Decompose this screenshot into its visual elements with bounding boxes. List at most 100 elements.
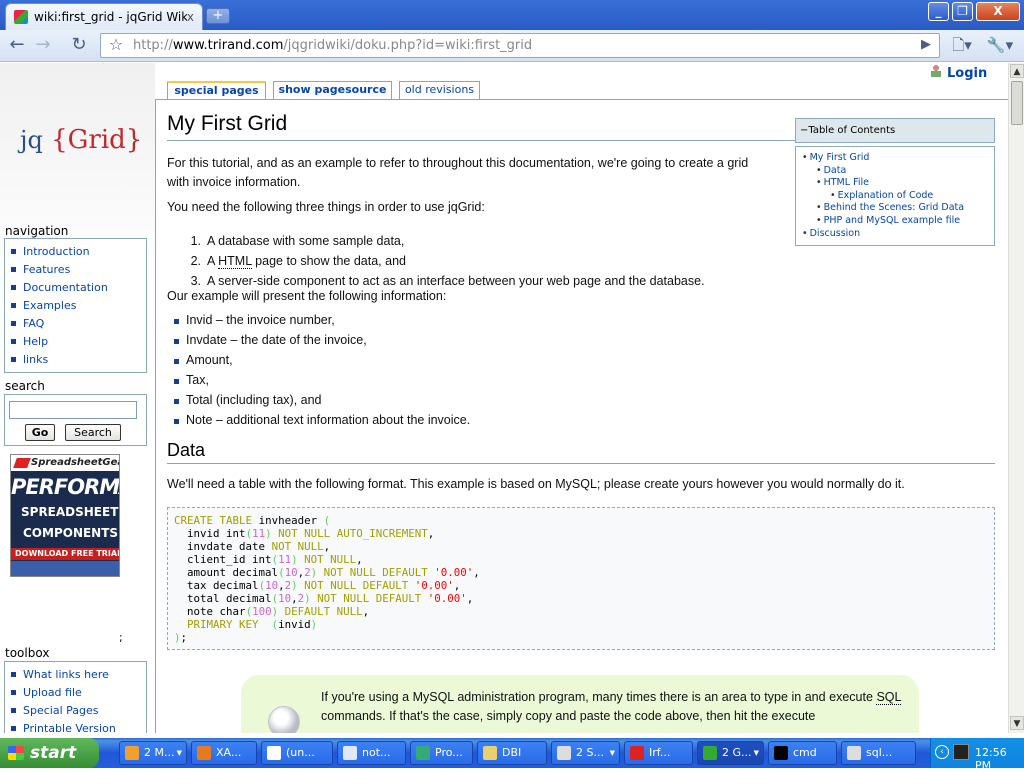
navigation-list: Introduction Features Documentation Example…	[5, 239, 146, 373]
toolbox-item-what-links-here[interactable]: What links here	[10, 666, 146, 684]
taskbar-item-label: cmd	[793, 746, 817, 759]
tab-title: wiki:first_grid - jqGrid Wiki	[34, 10, 187, 24]
toc-header[interactable]: −Table of Contents	[795, 118, 995, 143]
toc-item[interactable]: PHP and MySQL example file	[802, 215, 994, 228]
data-paragraph: We'll need a table with the following fo…	[167, 477, 905, 491]
maximize-button[interactable]: ❐	[952, 2, 973, 21]
scroll-thumb[interactable]	[1011, 81, 1023, 125]
ad-line3: COMPONENTS	[23, 526, 119, 540]
toolbox-list: What links here Upload file Special Pages P…	[5, 662, 146, 733]
sidebar-item-documentation[interactable]: Documentation	[10, 279, 146, 297]
page-scrollbar[interactable]: ▲ ▼	[1008, 63, 1024, 733]
ad-footer	[11, 561, 119, 576]
toolbox-item-upload-file[interactable]: Upload file	[10, 684, 146, 702]
tab-special-pages[interactable]: special pages	[167, 81, 266, 99]
taskbar-item-label: 2 M...	[144, 746, 175, 759]
taskbar-item[interactable]: Pro...	[410, 741, 473, 765]
ad-headline: PERFORMANCE	[11, 475, 120, 499]
app-icon	[703, 746, 717, 760]
taskbar-item-label: XA...	[216, 746, 242, 759]
tab-show-pagesource[interactable]: show pagesource	[273, 81, 392, 99]
sidebar-item-examples[interactable]: Examples	[10, 297, 146, 315]
sql-code-block[interactable]: CREATE TABLE invheader ( invid int(11) N…	[167, 507, 995, 650]
app-icon	[267, 746, 281, 760]
toolbox-item-label: What links here	[23, 668, 109, 681]
login-link[interactable]: Login	[931, 65, 987, 81]
network-monitor-icon[interactable]	[953, 744, 969, 760]
address-bar[interactable]: ☆ http://www.trirand.com/jqgridwiki/doku…	[100, 33, 940, 58]
taskbar-item[interactable]: Irf...	[624, 741, 693, 765]
list-item: Total (including tax), and	[174, 393, 322, 407]
code-line: invid int(11) NOT NULL AUTO_INCREMENT,	[187, 527, 435, 540]
lightbulb-icon	[268, 706, 300, 733]
toc-item[interactable]: HTML File	[802, 177, 994, 190]
list-item: Note – additional text information about…	[173, 413, 471, 427]
taskbar-item[interactable]: DBI	[477, 741, 547, 765]
sidebar-item-features[interactable]: Features	[10, 261, 146, 279]
list-text-end: page to show the data, and	[251, 254, 406, 268]
scroll-up-icon[interactable]: ▲	[1010, 64, 1024, 78]
list-number: 3.	[190, 274, 201, 288]
taskbar-item[interactable]: 2 S... ▼	[551, 741, 620, 765]
taskbar-item-label: sql...	[866, 746, 893, 759]
taskbar-item[interactable]: XA...	[191, 741, 257, 765]
code-line: PRIMARY KEY (invid)	[187, 618, 318, 631]
taskbar-item-label: (un...	[286, 746, 315, 759]
bullet-icon	[11, 726, 16, 731]
search-box: Go Search	[4, 394, 147, 446]
minimize-button[interactable]: _	[928, 2, 949, 21]
toc-item[interactable]: Explanation of Code	[802, 190, 994, 203]
taskbar-item[interactable]: not...	[337, 741, 406, 765]
bullet-icon	[11, 708, 16, 713]
tab-close-icon[interactable]: x	[187, 10, 194, 24]
note-sql-abbr: SQL	[876, 690, 901, 705]
start-button[interactable]: start	[0, 738, 99, 768]
windows-flag-icon	[8, 746, 24, 760]
go-arrow-icon[interactable]: ▶	[921, 37, 931, 52]
toc-item[interactable]: Behind the Scenes: Grid Data	[802, 202, 994, 215]
browser-titlebar: wiki:first_grid - jqGrid Wiki x + _ ❐ X	[0, 0, 1024, 30]
page-menu-icon[interactable]: 🗋▾	[948, 34, 976, 56]
scroll-down-icon[interactable]: ▼	[1010, 716, 1024, 730]
forward-arrow-icon[interactable]: →	[32, 34, 54, 56]
back-arrow-icon[interactable]: ←	[6, 34, 28, 56]
new-tab-button[interactable]: +	[206, 8, 230, 24]
spreadsheetgear-ad[interactable]: SpreadsheetGear PERFORMANCE SPREADSHEET …	[10, 454, 120, 577]
app-icon	[125, 746, 139, 760]
list-item: Invdate – the date of the invoice,	[174, 333, 367, 347]
clock: 12:56 PM	[975, 746, 1007, 772]
search-button[interactable]: Search	[65, 424, 121, 441]
browser-toolbar: ← → ↻ ☆ http://www.trirand.com/jqgridwik…	[0, 30, 1024, 62]
reload-icon[interactable]: ↻	[68, 34, 90, 56]
sidebar-item-faq[interactable]: FAQ	[10, 315, 146, 333]
toc-item[interactable]: Discussion	[802, 228, 994, 241]
wrench-menu-icon[interactable]: 🔧▾	[984, 34, 1016, 56]
sidebar-item-introduction[interactable]: Introduction	[10, 243, 146, 261]
app-icon	[483, 746, 497, 760]
taskbar-item[interactable]: cmd	[768, 741, 837, 765]
list-item: Invid – the invoice number,	[174, 313, 335, 327]
ad-line2: SPREADSHEET	[21, 505, 119, 519]
taskbar-item[interactable]: (un...	[261, 741, 333, 765]
jqgrid-logo[interactable]: jq {Grid}	[20, 125, 142, 155]
browser-tab[interactable]: wiki:first_grid - jqGrid Wiki x	[5, 3, 203, 30]
tray-expand-icon[interactable]: ‹	[935, 745, 949, 759]
toc-item[interactable]: Data	[802, 165, 994, 178]
tab-old-revisions[interactable]: old revisions	[399, 81, 480, 99]
bookmark-star-icon[interactable]: ☆	[105, 34, 127, 56]
ad-brand: SpreadsheetGear	[11, 455, 119, 471]
search-input[interactable]	[9, 401, 137, 419]
sidebar-item-help[interactable]: Help	[10, 333, 146, 351]
app-icon	[774, 746, 788, 760]
navigation-box: Introduction Features Documentation Example…	[4, 238, 147, 373]
toc-item[interactable]: My First Grid	[802, 152, 994, 165]
toolbox-item-printable-version[interactable]: Printable Version	[10, 720, 146, 733]
toolbox-item-special-pages[interactable]: Special Pages	[10, 702, 146, 720]
go-button[interactable]: Go	[25, 424, 55, 441]
sidebar-item-links[interactable]: links	[10, 351, 146, 369]
taskbar-item[interactable]: 2 M... ▼	[119, 741, 187, 765]
taskbar-item[interactable]: sql...	[841, 741, 916, 765]
taskbar-item[interactable]: 2 G... ▼	[697, 741, 764, 765]
code-line: amount decimal(10,2) NOT NULL DEFAULT '0…	[187, 566, 480, 579]
close-window-button[interactable]: X	[976, 2, 1020, 21]
